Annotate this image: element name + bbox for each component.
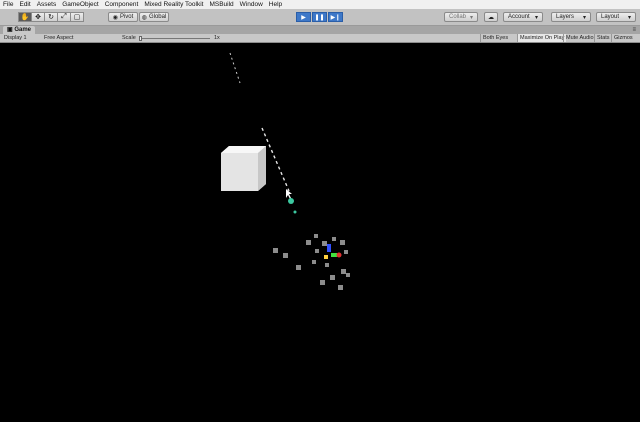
maximize-on-play-toggle[interactable]: Maximize On Play — [517, 34, 567, 42]
menu-help[interactable]: Help — [266, 0, 285, 9]
menu-component[interactable]: Component — [102, 0, 142, 9]
menu-msbuild[interactable]: MSBuild — [206, 0, 236, 9]
global-label: Global — [148, 14, 167, 20]
joint-cube — [306, 240, 311, 245]
global-toggle[interactable]: ◍ Global — [139, 12, 169, 22]
menu-bar: File Edit Assets GameObject Component Mi… — [0, 0, 640, 9]
game-viewport[interactable] — [0, 43, 640, 420]
main-toolbar: ✋ ✥ ↻ ⤢ ▢ ◉ Pivot ◍ Global ▶ ❚❚ ▶❙ Colla… — [0, 9, 640, 26]
layout-label: Layout — [601, 14, 620, 20]
move-tool-button[interactable]: ✥ — [31, 12, 45, 22]
pause-icon: ❚❚ — [314, 14, 325, 21]
joint-cube — [330, 275, 335, 280]
scale-value: 1x — [214, 35, 220, 41]
tab-game-label: Game — [14, 27, 32, 33]
step-icon: ▶❙ — [330, 14, 341, 21]
aspect-dropdown[interactable]: Free Aspect — [44, 34, 73, 42]
menu-edit[interactable]: Edit — [16, 0, 33, 9]
pointer-ray-far — [229, 52, 241, 84]
game-icon: ▣ — [7, 27, 13, 33]
account-label: Account — [508, 14, 530, 20]
play-icon: ▶ — [301, 14, 306, 21]
gizmos-dropdown[interactable]: Gizmos — [611, 34, 635, 42]
joint-cube — [314, 234, 318, 238]
gizmo-axis-x — [336, 252, 342, 258]
transform-gizmo — [324, 244, 342, 259]
pause-button[interactable]: ❚❚ — [312, 12, 327, 22]
play-button[interactable]: ▶ — [296, 12, 311, 22]
gizmo-center — [324, 255, 328, 259]
mute-audio-toggle[interactable]: Mute Audio — [563, 34, 596, 42]
cloud-icon: ☁ — [488, 14, 494, 21]
hand-pointer-sphere — [288, 198, 294, 204]
scale-icon: ⤢ — [61, 13, 67, 20]
scale-slider-track[interactable] — [140, 37, 210, 39]
joint-cube — [332, 237, 336, 241]
scale-label: Scale — [122, 35, 136, 41]
white-cube-side — [258, 146, 266, 191]
hand-joint-cubes — [273, 234, 350, 290]
scale-tool-button[interactable]: ⤢ — [57, 12, 71, 22]
move-icon: ✥ — [35, 14, 41, 21]
joint-cube — [338, 285, 343, 290]
menu-mixed-reality-toolkit[interactable]: Mixed Reality Toolkit — [141, 0, 206, 9]
tab-options-icon[interactable]: ≡ — [632, 26, 636, 34]
joint-cube — [325, 263, 329, 267]
pivot-icon: ◉ — [112, 14, 118, 21]
scale-slider-handle[interactable] — [139, 35, 142, 41]
hand-tool-button[interactable]: ✋ — [18, 12, 32, 22]
pointer-ray — [261, 127, 290, 192]
chevron-down-icon: ▾ — [627, 14, 631, 21]
chevron-down-icon: ▾ — [469, 14, 473, 21]
globe-icon: ◍ — [141, 14, 147, 21]
step-button[interactable]: ▶❙ — [328, 12, 343, 22]
rect-icon: ▢ — [73, 14, 81, 21]
menu-file[interactable]: File — [0, 0, 16, 9]
joint-cube — [340, 240, 345, 245]
stats-toggle[interactable]: Stats — [594, 34, 612, 42]
rect-tool-button[interactable]: ▢ — [70, 12, 84, 22]
joint-cube — [344, 250, 348, 254]
joint-cube — [322, 241, 327, 246]
rotate-icon: ↻ — [48, 14, 54, 21]
joint-cube — [312, 260, 316, 264]
cloud-button[interactable]: ☁ — [484, 12, 498, 22]
pivot-label: Pivot — [119, 14, 134, 20]
hand-joint — [293, 210, 297, 214]
gizmo-axis-y — [331, 253, 337, 257]
chevron-down-icon: ▾ — [582, 14, 586, 21]
joint-cube — [273, 248, 278, 253]
layers-label: Layers — [556, 14, 575, 20]
chevron-down-icon: ▾ — [534, 14, 538, 21]
collab-dropdown[interactable]: Collab ▾ — [444, 12, 478, 22]
layers-dropdown[interactable]: Layers ▾ — [551, 12, 591, 22]
menu-window[interactable]: Window — [237, 0, 266, 9]
rotate-tool-button[interactable]: ↻ — [44, 12, 58, 22]
joint-cube — [315, 249, 319, 253]
pivot-toggle[interactable]: ◉ Pivot — [108, 12, 138, 22]
game-view-toolbar: Display 1 Free Aspect Scale 1x Both Eyes… — [0, 34, 640, 43]
account-dropdown[interactable]: Account ▾ — [503, 12, 543, 22]
collab-label: Collab — [449, 14, 467, 20]
display-dropdown[interactable]: Display 1 — [4, 34, 27, 42]
hand-icon: ✋ — [20, 14, 30, 21]
menu-gameobject[interactable]: GameObject — [59, 0, 102, 9]
gizmo-axis-z — [327, 244, 331, 252]
scene-render — [221, 52, 350, 290]
joint-cube — [320, 280, 325, 285]
transform-tools: ✋ ✥ ↻ ⤢ ▢ — [18, 12, 84, 22]
tab-game[interactable]: ▣ Game — [3, 26, 36, 34]
joint-cube — [283, 253, 288, 258]
menu-assets[interactable]: Assets — [34, 0, 60, 9]
eye-dropdown[interactable]: Both Eyes — [480, 34, 510, 42]
layout-dropdown[interactable]: Layout ▾ — [596, 12, 636, 22]
joint-cube — [341, 269, 346, 274]
joint-cube — [346, 273, 350, 277]
joint-cube — [296, 265, 301, 270]
